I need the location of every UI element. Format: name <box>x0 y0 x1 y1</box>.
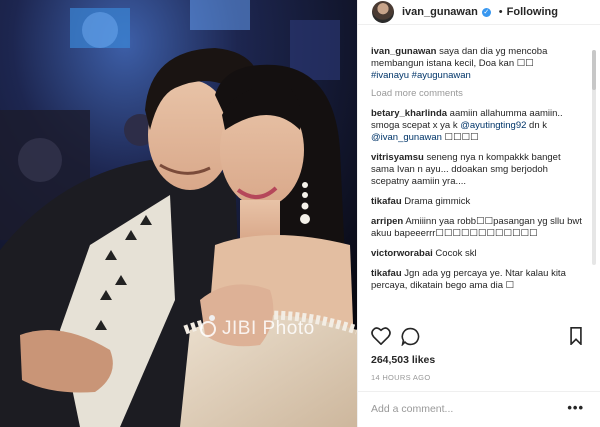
caption-hashtags[interactable]: #ivanayu #ayugunawan <box>371 70 471 81</box>
caption-username[interactable]: ivan_gunawan <box>371 46 436 57</box>
comment-item: betary_kharlinda aamiin allahumma aamiin… <box>371 108 583 144</box>
following-button[interactable]: Following <box>507 6 558 18</box>
comment-username[interactable]: arripen <box>371 216 403 227</box>
action-bar <box>357 325 600 349</box>
post-header: ivan_gunawan ✓ • Following <box>358 0 600 25</box>
post-photo: JIBI Photo <box>0 0 357 427</box>
comment-item: arripen Amiiinn yaa robb☐☐pasangan yg sl… <box>371 216 583 240</box>
watermark-text: JIBI Photo <box>222 318 315 339</box>
speech-bubble-icon[interactable] <box>401 327 420 346</box>
comment-item: victorworabai Cocok skl <box>371 248 583 260</box>
comment-text: Drama gimmick <box>401 196 471 207</box>
bookmark-icon[interactable] <box>569 327 583 345</box>
scrollbar-thumb[interactable] <box>592 50 596 90</box>
caption-emoji: ☐☐ <box>516 58 534 69</box>
comment-text: Cocok skl <box>432 248 477 259</box>
comment-text: dn k <box>526 120 548 131</box>
verified-badge-icon: ✓ <box>481 7 491 17</box>
load-more-comments[interactable]: Load more comments <box>371 88 583 100</box>
instagram-post: JIBI Photo ivan_gunawan ✓ • Following iv… <box>0 0 600 427</box>
camera-icon <box>200 321 216 337</box>
heart-icon[interactable] <box>371 327 391 345</box>
post-timestamp: 14 HOURS AGO <box>371 373 431 382</box>
add-comment-input[interactable]: Add a comment... <box>371 403 453 415</box>
comment-item: vitrisyamsu seneng nya n kompakkk banget… <box>371 152 583 188</box>
photo-illustration <box>0 0 357 427</box>
comment-item: tikafau Jgn ada yg percaya ye. Ntar kala… <box>371 268 583 292</box>
watermark: JIBI Photo <box>200 318 315 340</box>
likes-count[interactable]: 264,503 likes <box>371 354 435 366</box>
comment-mention[interactable]: @ivan_gunawan <box>371 132 442 143</box>
avatar[interactable] <box>372 1 394 23</box>
caption: ivan_gunawan saya dan dia yg mencoba mem… <box>371 46 583 82</box>
comments-scrollbar[interactable] <box>592 50 596 265</box>
comment-emoji: ☐☐☐☐ <box>441 132 479 143</box>
add-comment-bar: Add a comment... ••• <box>357 391 600 427</box>
header-username[interactable]: ivan_gunawan <box>402 6 478 18</box>
header-separator: • <box>498 6 503 18</box>
more-options-icon[interactable]: ••• <box>567 400 584 415</box>
comment-item: tikafau Drama gimmick <box>371 196 583 208</box>
comment-username[interactable]: vitrisyamsu <box>371 152 424 163</box>
comment-username[interactable]: tikafau <box>371 268 402 279</box>
comment-mention[interactable]: @ayutingting92 <box>460 120 526 131</box>
comment-text: Amiiinn yaa robb☐☐pasangan yg sllu bwt a… <box>371 216 582 239</box>
comment-username[interactable]: victorworabai <box>371 248 433 259</box>
comment-username[interactable]: betary_kharlinda <box>371 108 447 119</box>
comment-username[interactable]: tikafau <box>371 196 402 207</box>
comments-list: ivan_gunawan saya dan dia yg mencoba mem… <box>371 46 583 300</box>
